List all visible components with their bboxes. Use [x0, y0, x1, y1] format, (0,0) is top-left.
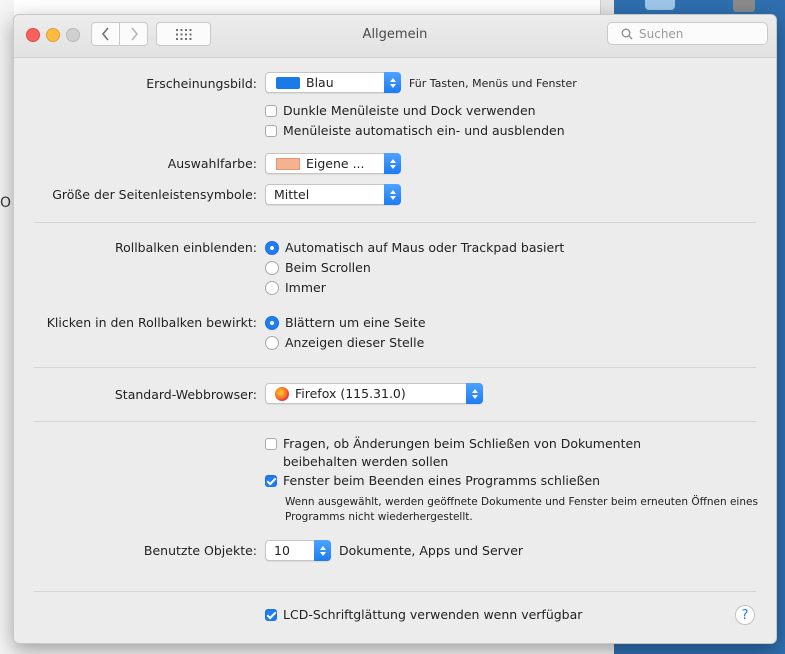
help-icon: ? [741, 607, 749, 623]
scrollbars-auto-radio[interactable] [265, 241, 279, 255]
recent-items-value: 10 [274, 543, 290, 558]
scroll-click-spot-radio[interactable] [265, 336, 279, 350]
recent-items-label: Benutzte Objekte: [143, 543, 257, 558]
scroll-click-spot-label[interactable]: Anzeigen dieser Stelle [285, 335, 424, 350]
dark-menu-label[interactable]: Dunkle Menüleiste und Dock verwenden [283, 103, 536, 118]
scrollbars-auto-label[interactable]: Automatisch auf Maus oder Trackpad basie… [285, 240, 564, 255]
autohide-menu-label[interactable]: Menüleiste automatisch ein- und ausblend… [283, 123, 565, 138]
scrollbars-label: Rollbalken einblenden: [114, 240, 257, 255]
help-button[interactable]: ? [735, 605, 755, 625]
close-windows-label[interactable]: Fenster beim Beenden eines Programms sch… [283, 473, 600, 488]
highlight-value: Eigene ... [306, 156, 365, 171]
background-window-left [0, 0, 14, 654]
firefox-icon [275, 386, 289, 401]
browser-label: Standard-Webbrowser: [114, 387, 257, 402]
popup-arrows-icon [314, 540, 331, 561]
scrollbars-scrolling-label[interactable]: Beim Scrollen [285, 260, 371, 275]
appearance-popup[interactable]: Blau [265, 72, 401, 93]
ask-keep-changes-label-line2[interactable]: beibehalten werden sollen [283, 454, 448, 469]
ask-keep-changes-checkbox[interactable] [265, 438, 277, 450]
scrollbars-always-label[interactable]: Immer [285, 280, 326, 295]
close-windows-note-line1: Wenn ausgewählt, werden geöffnete Dokume… [285, 496, 758, 508]
appearance-hint: Für Tasten, Menüs und Fenster [409, 77, 577, 90]
search-icon [621, 28, 633, 39]
lcd-smoothing-checkbox[interactable] [265, 609, 277, 621]
browser-value: Firefox (115.31.0) [295, 386, 406, 401]
scrollbars-scrolling-radio[interactable] [265, 261, 279, 275]
separator [34, 421, 756, 422]
popup-arrows-icon [384, 153, 401, 174]
scroll-click-page-label[interactable]: Blättern um eine Seite [285, 315, 426, 330]
separator [34, 367, 756, 368]
browser-popup[interactable]: Firefox (115.31.0) [265, 383, 483, 404]
search-field[interactable]: Suchen [607, 22, 768, 45]
appearance-value: Blau [306, 75, 334, 90]
desktop-drive-icon [733, 0, 755, 12]
appearance-color-swatch [276, 76, 300, 89]
desktop-folder-icon [645, 0, 675, 10]
scroll-click-label: Klicken in den Rollbalken bewirkt: [46, 315, 257, 330]
separator [34, 222, 756, 223]
scroll-click-page-radio[interactable] [265, 316, 279, 330]
background-text: O [0, 195, 12, 211]
title-bar: Allgemein Suchen [14, 15, 776, 58]
scrollbars-always-radio[interactable] [265, 281, 279, 295]
highlight-popup[interactable]: Eigene ... [265, 153, 401, 174]
appearance-label: Erscheinungsbild: [146, 76, 257, 91]
lcd-smoothing-label[interactable]: LCD-Schriftglättung verwenden wenn verfü… [283, 607, 582, 622]
preferences-window: Allgemein Suchen Erscheinungsbild: Blau … [13, 14, 777, 644]
recent-items-stepper[interactable]: 10 [265, 540, 331, 561]
sidebar-icons-value: Mittel [274, 187, 310, 202]
autohide-menu-checkbox[interactable] [265, 125, 277, 137]
highlight-label: Auswahlfarbe: [167, 156, 257, 171]
popup-arrows-icon [384, 184, 401, 205]
dark-menu-checkbox[interactable] [265, 105, 277, 117]
sidebar-icons-label: Größe der Seitenleistensymbole: [52, 187, 257, 202]
close-windows-note-line2: Programms nicht wiederhergestellt. [285, 511, 473, 523]
highlight-color-swatch [276, 157, 300, 170]
popup-arrows-icon [384, 72, 401, 93]
close-windows-checkbox[interactable] [265, 475, 277, 487]
recent-items-suffix: Dokumente, Apps und Server [339, 543, 524, 558]
ask-keep-changes-label-line1[interactable]: Fragen, ob Änderungen beim Schließen von… [283, 436, 641, 451]
search-placeholder: Suchen [639, 26, 684, 41]
popup-arrows-icon [466, 383, 483, 404]
separator [34, 591, 756, 592]
sidebar-icons-popup[interactable]: Mittel [265, 184, 401, 205]
